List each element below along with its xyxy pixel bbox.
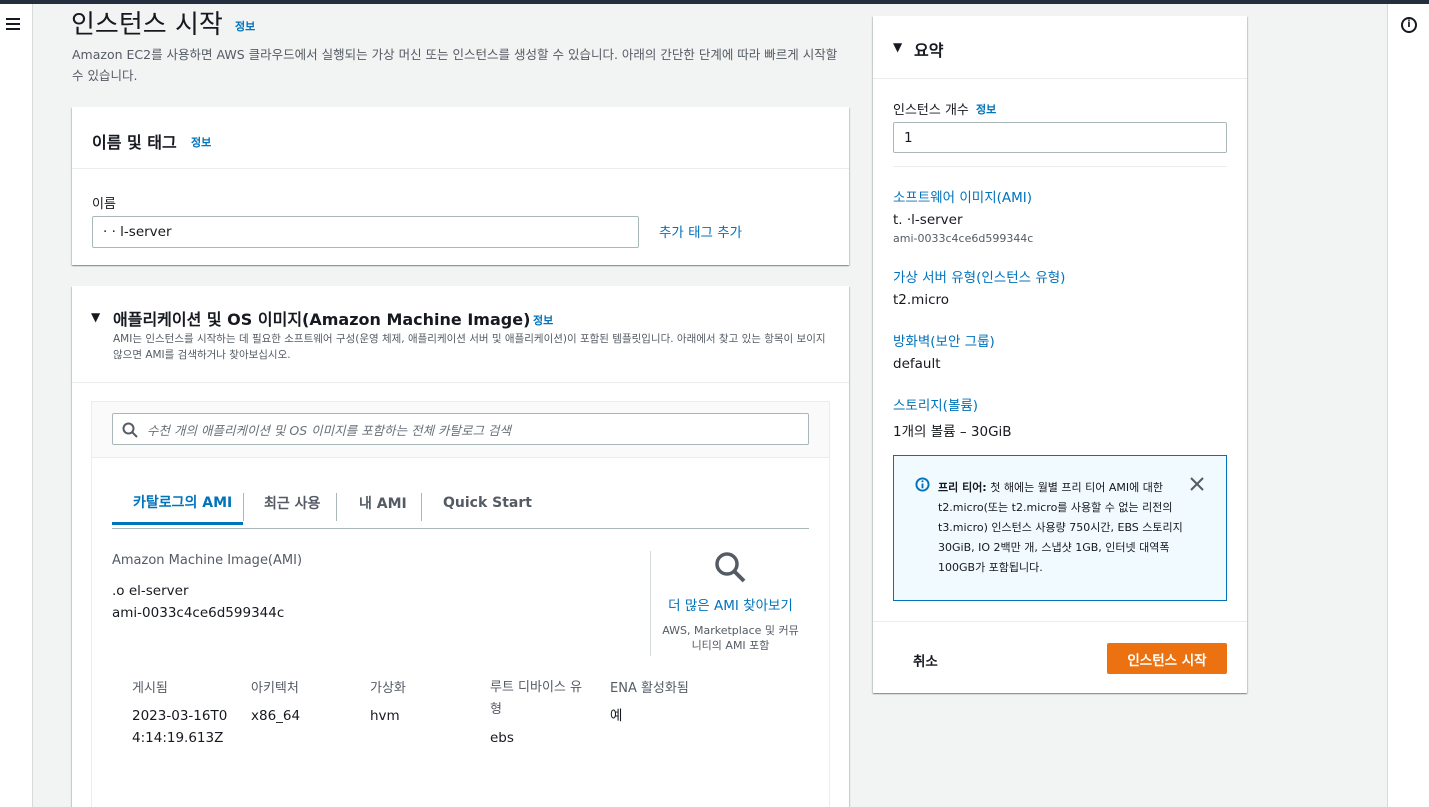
divider: [893, 166, 1227, 167]
tab-divider: [421, 493, 422, 521]
search-icon: [122, 422, 138, 438]
ami-selector: 수천 개의 애플리케이션 및 OS 이미지를 포함하는 전체 카탈로그 검색 카…: [91, 401, 830, 807]
selected-ami-id: ami-0033c4ce6d599344c: [112, 605, 285, 621]
cancel-button[interactable]: 취소: [913, 650, 938, 670]
ami-section-label: Amazon Machine Image(AMI): [112, 553, 303, 568]
tab-my-ami[interactable]: 내 AMI: [359, 481, 407, 525]
meta-header-ena: ENA 활성화됨: [610, 681, 689, 696]
tab-divider: [243, 493, 244, 521]
name-input[interactable]: · · l-server: [92, 216, 639, 248]
instance-count-value: 1: [904, 129, 913, 146]
summary-instance-type-link[interactable]: 가상 서버 유형(인스턴스 유형): [893, 266, 1065, 286]
browse-more-ami[interactable]: 더 많은 AMI 찾아보기 AWS, Marketplace 및 커뮤니티의 A…: [652, 551, 809, 653]
page-description: Amazon EC2를 사용하면 AWS 클라우드에서 실행되는 가상 머신 또…: [72, 47, 838, 83]
vertical-divider: [650, 551, 651, 656]
tab-quick-start[interactable]: Quick Start: [443, 481, 532, 525]
left-nav-rail: [0, 4, 33, 807]
ami-search-input[interactable]: 수천 개의 애플리케이션 및 OS 이미지를 포함하는 전체 카탈로그 검색: [112, 413, 809, 445]
page-info-link[interactable]: 정보: [235, 18, 255, 34]
summary-ami-name: t. ·l-server: [893, 212, 963, 228]
menu-icon[interactable]: [6, 18, 20, 30]
meta-value-virtualization: hvm: [370, 708, 400, 724]
summary-instance-type-value: t2.micro: [893, 292, 950, 308]
search-bar-area: 수천 개의 애플리케이션 및 OS 이미지를 포함하는 전체 카탈로그 검색: [92, 402, 829, 458]
summary-panel: ▼ 요약 인스턴스 개수 정보 1 소프트웨어 이미지(AMI) t. ·l-s…: [873, 16, 1247, 693]
name-tags-header: 이름 및 태그 정보: [72, 107, 849, 169]
summary-storage-link[interactable]: 스토리지(볼륨): [893, 394, 978, 414]
summary-header: ▼ 요약: [873, 16, 1247, 79]
info-icon[interactable]: i: [1401, 17, 1417, 33]
ami-header: ▼ 애플리케이션 및 OS 이미지(Amazon Machine Image) …: [72, 286, 849, 383]
browse-more-ami-sub: AWS, Marketplace 및 커뮤니티의 AMI 포함: [662, 624, 799, 652]
browse-more-ami-link[interactable]: 더 많은 AMI 찾아보기: [652, 594, 809, 614]
free-tier-text-block: 프리 티어: 첫 해에는 월별 프리 티어 AMI에 대한 t2.micro(또…: [938, 478, 1188, 578]
main-content: 인스턴스 시작 정보 Amazon EC2를 사용하면 AWS 클라우드에서 실…: [33, 4, 1387, 807]
name-input-value: · · l-server: [103, 224, 172, 240]
meta-header-root-device: 루트 디바이스 유형: [490, 680, 582, 717]
launch-instance-button[interactable]: 인스턴스 시작: [1107, 643, 1227, 674]
meta-header-published: 게시됨: [132, 681, 168, 696]
page-title: 인스턴스 시작: [71, 10, 223, 40]
magnifier-icon: [714, 552, 745, 583]
name-tags-info-link[interactable]: 정보: [191, 134, 211, 150]
instance-count-info-link[interactable]: 정보: [976, 101, 996, 117]
name-tags-heading: 이름 및 태그: [92, 133, 177, 152]
instance-count-label: 인스턴스 개수: [893, 103, 969, 118]
ami-description: AMI는 인스턴스를 시작하는 데 필요한 소프트웨어 구성(운영 체제, 애플…: [113, 333, 826, 361]
summary-ami-id: ami-0033c4ce6d599344c: [893, 232, 1034, 245]
ami-search-placeholder: 수천 개의 애플리케이션 및 OS 이미지를 포함하는 전체 카탈로그 검색: [147, 422, 512, 438]
free-tier-text: 첫 해에는 월별 프리 티어 AMI에 대한 t2.micro(또는 t2.mi…: [938, 481, 1183, 574]
summary-firewall-value: default: [893, 356, 941, 372]
add-tags-link[interactable]: 추가 태그 추가: [659, 221, 742, 241]
meta-value-root-device: ebs: [490, 730, 514, 746]
tab-divider: [336, 493, 337, 521]
ami-panel: ▼ 애플리케이션 및 OS 이미지(Amazon Machine Image) …: [72, 286, 849, 807]
meta-header-virtualization: 가상화: [370, 681, 406, 696]
free-tier-title: 프리 티어:: [938, 481, 987, 494]
right-help-rail: i: [1387, 4, 1429, 807]
tab-catalog-ami[interactable]: 카탈로그의 AMI: [112, 481, 243, 525]
collapse-caret-icon[interactable]: ▼: [91, 310, 100, 324]
summary-storage-value: 1개의 볼륨 – 30GiB: [893, 424, 1012, 440]
selected-ami-name: .o el-server: [112, 583, 189, 599]
close-icon[interactable]: [1190, 477, 1204, 491]
info-icon: [915, 477, 930, 492]
name-tags-panel: 이름 및 태그 정보 이름 · · l-server 추가 태그 추가: [72, 107, 849, 265]
summary-firewall-link[interactable]: 방화벽(보안 그룹): [893, 330, 995, 350]
ami-info-link[interactable]: 정보: [533, 312, 553, 328]
ami-heading: 애플리케이션 및 OS 이미지(Amazon Machine Image): [113, 310, 531, 329]
tab-recent[interactable]: 최근 사용: [264, 481, 320, 525]
instance-count-input[interactable]: 1: [893, 122, 1227, 153]
ami-tabs: 카탈로그의 AMI 최근 사용 내 AMI Quick Start: [112, 481, 809, 529]
summary-ami-link[interactable]: 소프트웨어 이미지(AMI): [893, 186, 1032, 206]
meta-value-published: 2023-03-16T04:14:19.613Z: [132, 708, 228, 746]
divider: [873, 621, 1247, 622]
meta-value-architecture: x86_64: [251, 708, 301, 724]
meta-value-ena: 예: [610, 708, 623, 724]
meta-header-architecture: 아키텍처: [251, 681, 299, 696]
collapse-caret-icon[interactable]: ▼: [893, 40, 902, 54]
summary-heading: 요약: [914, 41, 944, 60]
free-tier-alert: 프리 티어: 첫 해에는 월별 프리 티어 AMI에 대한 t2.micro(또…: [893, 455, 1227, 601]
name-label: 이름: [92, 197, 116, 212]
